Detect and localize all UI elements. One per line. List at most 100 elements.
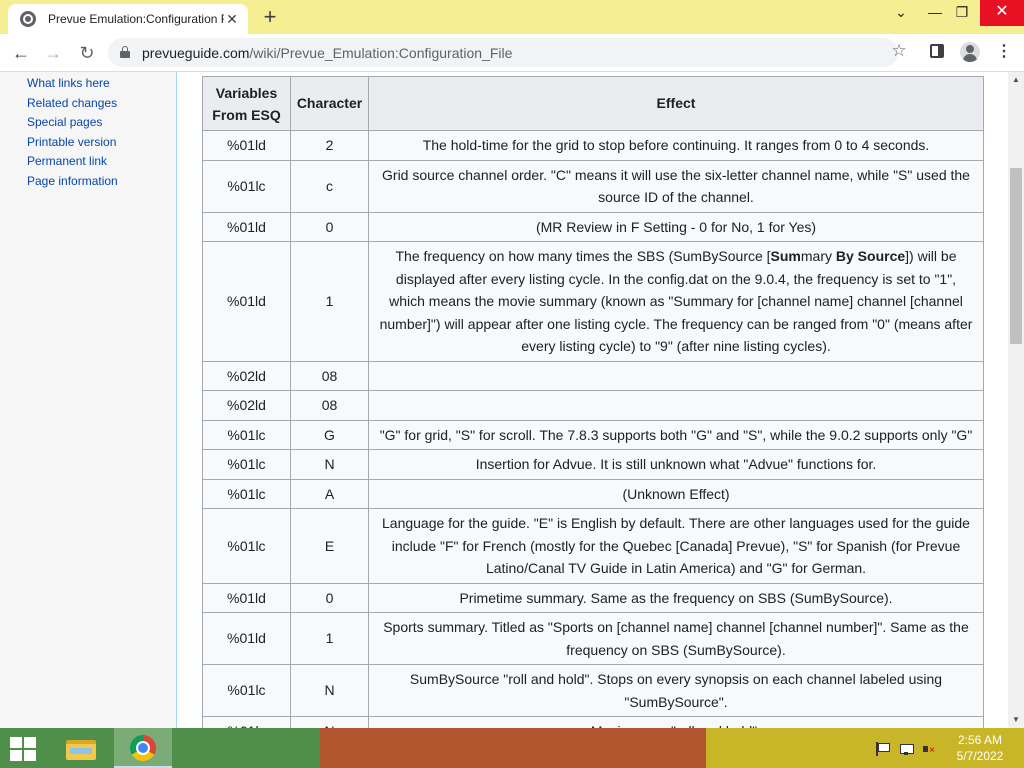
forward-button[interactable]: → bbox=[40, 40, 66, 66]
wiki-page: What links here Related changes Special … bbox=[0, 72, 1008, 728]
tab-title: Prevue Emulation:Configuration F bbox=[48, 12, 224, 26]
table-header-row: Variables From ESQ Character Effect bbox=[202, 76, 984, 131]
url-path: /wiki/Prevue_Emulation:Configuration_Fil… bbox=[249, 45, 513, 61]
table-row: %01lc E Language for the guide. "E" is E… bbox=[202, 508, 984, 584]
close-window-button[interactable]: ✕ bbox=[980, 0, 1024, 26]
bookmark-star-icon[interactable]: ☆ bbox=[890, 41, 908, 61]
cell-character: G bbox=[290, 419, 369, 450]
tab-strip: Prevue Emulation:Configuration F ✕ + ⌄ —… bbox=[0, 0, 1024, 34]
reload-button[interactable]: ↻ bbox=[74, 40, 100, 66]
cell-variable: %02ld bbox=[202, 390, 291, 421]
table-row: %01ld 1 Sports summary. Titled as "Sport… bbox=[202, 612, 984, 665]
windows-start-icon[interactable] bbox=[8, 735, 38, 761]
scroll-up-arrow-icon[interactable]: ▲ bbox=[1008, 72, 1024, 88]
cell-effect: The hold-time for the grid to stop befor… bbox=[368, 130, 984, 161]
cell-variable: %01lc bbox=[202, 478, 291, 509]
sidebar-link-permanent-link[interactable]: Permanent link bbox=[27, 152, 118, 172]
table-row: %01lc c Grid source channel order. "C" m… bbox=[202, 159, 984, 213]
sidebar-link-what-links-here[interactable]: What links here bbox=[27, 74, 118, 94]
cell-effect bbox=[368, 360, 984, 391]
table-row: %01lc A (Unknown Effect) bbox=[202, 478, 984, 509]
cell-effect: Primetime summary. Same as the frequency… bbox=[368, 582, 984, 613]
table-row: %02ld 08 bbox=[202, 390, 984, 421]
cell-character: E bbox=[290, 508, 369, 584]
sidebar-link-page-information[interactable]: Page information bbox=[27, 172, 118, 192]
site-favicon-icon bbox=[20, 11, 36, 27]
wiki-content: Variables From ESQ Character Effect %01l… bbox=[176, 72, 1008, 728]
cell-character: N bbox=[290, 716, 369, 728]
header-effect: Effect bbox=[368, 76, 984, 131]
cell-variable: %01ld bbox=[202, 612, 291, 665]
browser-menu-icon[interactable]: ⋮ bbox=[996, 42, 1012, 62]
url-text[interactable]: prevueguide.com/wiki/Prevue_Emulation:Co… bbox=[142, 45, 512, 61]
cell-effect: Language for the guide. "E" is English b… bbox=[368, 508, 984, 584]
cell-variable: %01lc bbox=[202, 419, 291, 450]
scroll-thumb[interactable] bbox=[1010, 168, 1022, 344]
cell-variable: %01lc bbox=[202, 664, 291, 717]
cell-character: 1 bbox=[290, 612, 369, 665]
table-row: %01lc G "G" for grid, "S" for scroll. Th… bbox=[202, 419, 984, 450]
cell-variable: %01lc bbox=[202, 716, 291, 728]
table-row: %01lc N Movie recap "roll and hold". bbox=[202, 716, 984, 728]
wiki-sidebar: What links here Related changes Special … bbox=[0, 72, 176, 728]
cell-effect: Sports summary. Titled as "Sports on [ch… bbox=[368, 612, 984, 665]
scroll-down-arrow-icon[interactable]: ▼ bbox=[1008, 712, 1024, 728]
action-center-flag-icon[interactable] bbox=[876, 742, 890, 756]
config-variables-table: Variables From ESQ Character Effect %01l… bbox=[202, 76, 984, 728]
cell-variable: %01ld bbox=[202, 241, 291, 362]
table-row: %02ld 08 bbox=[202, 360, 984, 391]
cell-variable: %01ld bbox=[202, 130, 291, 161]
page-scrollbar[interactable]: ▲ ▼ bbox=[1008, 72, 1024, 728]
tab-search-chevron-down-icon[interactable]: ⌄ bbox=[884, 0, 918, 26]
cell-effect: Insertion for Advue. It is still unknown… bbox=[368, 449, 984, 480]
restore-button[interactable]: ❐ bbox=[945, 0, 979, 26]
cell-character: 08 bbox=[290, 360, 369, 391]
cell-variable: %01ld bbox=[202, 582, 291, 613]
sidebar-link-special-pages[interactable]: Special pages bbox=[27, 113, 118, 133]
new-tab-button[interactable]: + bbox=[258, 6, 282, 30]
cell-character: N bbox=[290, 449, 369, 480]
table-row: %01lc N Insertion for Advue. It is still… bbox=[202, 449, 984, 480]
cell-variable: %01ld bbox=[202, 211, 291, 242]
cell-character: 1 bbox=[290, 241, 369, 362]
side-panel-icon[interactable] bbox=[930, 44, 944, 58]
lock-icon[interactable] bbox=[120, 46, 130, 58]
table-row: %01ld 0 (MR Review in F Setting - 0 for … bbox=[202, 211, 984, 242]
cell-character: 0 bbox=[290, 582, 369, 613]
cell-variable: %01lc bbox=[202, 449, 291, 480]
address-bar[interactable]: prevueguide.com/wiki/Prevue_Emulation:Co… bbox=[108, 38, 978, 67]
cell-effect: Grid source channel order. "C" means it … bbox=[368, 159, 984, 213]
browser-toolbar: ← → ↻ prevueguide.com/wiki/Prevue_Emulat… bbox=[0, 34, 1024, 72]
windows-taskbar: 2:56 AM 5/7/2022 bbox=[0, 728, 1024, 768]
cell-effect: SumBySource "roll and hold". Stops on ev… bbox=[368, 664, 984, 717]
cell-character: 0 bbox=[290, 211, 369, 242]
effect-text: The frequency on how many times the SBS … bbox=[395, 248, 771, 264]
file-explorer-icon[interactable] bbox=[62, 732, 102, 764]
chrome-taskbar-button[interactable] bbox=[114, 728, 172, 768]
cell-variable: %02ld bbox=[202, 360, 291, 391]
clock-date: 5/7/2022 bbox=[956, 749, 1004, 763]
cell-effect bbox=[368, 390, 984, 421]
tab-prevue-configuration[interactable]: Prevue Emulation:Configuration F ✕ bbox=[8, 4, 248, 34]
cell-effect: The frequency on how many times the SBS … bbox=[368, 241, 984, 362]
taskbar-clock[interactable]: 2:56 AM 5/7/2022 bbox=[948, 732, 1012, 764]
effect-bold-sum: Sum bbox=[770, 248, 801, 264]
table-row: %01lc N SumBySource "roll and hold". Sto… bbox=[202, 664, 984, 717]
cell-effect: (Unknown Effect) bbox=[368, 478, 984, 509]
cell-character: 2 bbox=[290, 130, 369, 161]
header-variables: Variables From ESQ bbox=[202, 76, 291, 131]
cell-effect: (MR Review in F Setting - 0 for No, 1 fo… bbox=[368, 211, 984, 242]
table-row: %01ld 2 The hold-time for the grid to st… bbox=[202, 130, 984, 161]
tab-close-icon[interactable]: ✕ bbox=[224, 11, 240, 27]
chrome-icon bbox=[130, 735, 156, 761]
sidebar-link-related-changes[interactable]: Related changes bbox=[27, 94, 118, 114]
cell-character: A bbox=[290, 478, 369, 509]
table-row: %01ld 0 Primetime summary. Same as the f… bbox=[202, 582, 984, 613]
sidebar-link-printable-version[interactable]: Printable version bbox=[27, 133, 118, 153]
profile-avatar-icon[interactable] bbox=[960, 42, 980, 62]
back-button[interactable]: ← bbox=[8, 40, 34, 66]
tools-list: What links here Related changes Special … bbox=[27, 74, 118, 191]
volume-muted-icon[interactable] bbox=[922, 742, 936, 758]
network-icon[interactable] bbox=[899, 742, 914, 756]
header-character: Character bbox=[290, 76, 369, 131]
